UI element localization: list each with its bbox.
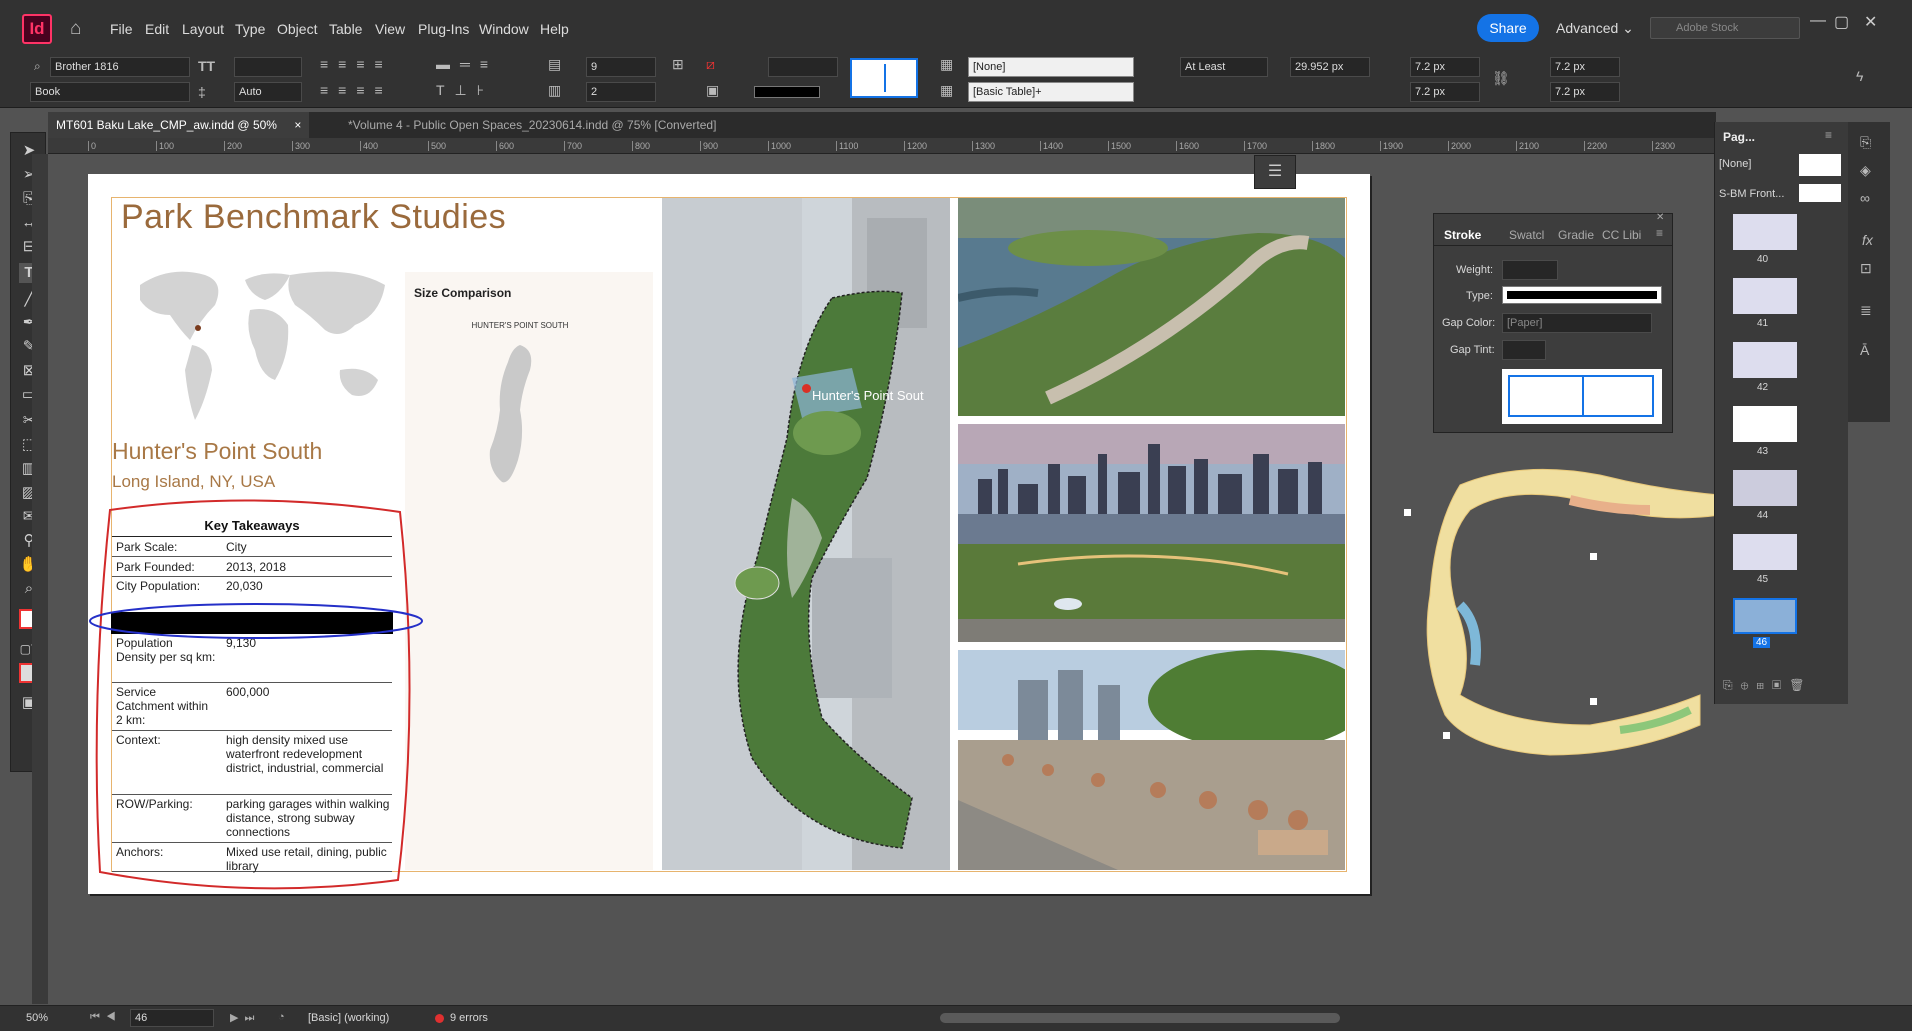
stroke-type-sample	[1507, 291, 1657, 299]
status-bar: 50% ⏮◀ 46 ▶⏭ ◔ [Basic] (working) 9 error…	[0, 1005, 1912, 1031]
pages-panel-actions[interactable]: ⎘⊕⊞▣🗑	[1723, 678, 1812, 693]
page-number: 42	[1757, 382, 1769, 393]
type-label: Type:	[1466, 290, 1493, 302]
layers-panel-icon[interactable]: ◈	[1860, 162, 1871, 179]
open-folder-icon[interactable]: ◔	[278, 1011, 285, 1023]
page-thumb[interactable]	[1733, 406, 1797, 442]
page-number: 41	[1757, 318, 1769, 329]
page-number: 45	[1757, 574, 1769, 585]
stroke-panel: Stroke Swatcl Gradie CC Libi ≡ ✕ Weight:…	[1433, 212, 1673, 433]
preview-frame	[1508, 375, 1654, 417]
none-master-label[interactable]: [None]	[1719, 158, 1751, 170]
red-annotation-circle	[95, 499, 411, 890]
none-master-thumb[interactable]	[1799, 154, 1841, 176]
stroke-type-select[interactable]	[1502, 286, 1662, 304]
preflight-errors[interactable]: 9 errors	[450, 1012, 488, 1024]
tab-gradient[interactable]: Gradie	[1558, 228, 1594, 242]
page-thumb[interactable]	[1733, 214, 1797, 250]
page-nav-first-prev[interactable]: ⏮◀	[90, 1011, 122, 1024]
stroke-preview[interactable]	[1502, 369, 1662, 424]
pasteboard-graphic[interactable]	[1400, 455, 1730, 775]
stroke-panel-tabs: Stroke Swatcl Gradie CC Libi ≡	[1434, 224, 1672, 246]
gap-color-select[interactable]: [Paper]	[1502, 313, 1652, 333]
sliders-icon[interactable]: ☰	[1254, 155, 1296, 189]
tab-stroke[interactable]: Stroke	[1444, 228, 1481, 242]
pages-panel-icon[interactable]: ⎘	[1860, 134, 1871, 151]
page-thumb[interactable]	[1733, 470, 1797, 506]
effects-panel-icon[interactable]: fx	[1862, 232, 1873, 248]
text-wrap-icon[interactable]: ⊡	[1860, 260, 1872, 277]
blue-annotation-ellipse	[89, 603, 423, 639]
handle-icon[interactable]	[1590, 698, 1597, 705]
page-number: 43	[1757, 446, 1769, 457]
page-thumb[interactable]	[1733, 278, 1797, 314]
tab-swatches[interactable]: Swatcl	[1509, 228, 1544, 242]
character-styles-icon[interactable]: Ā	[1860, 342, 1869, 358]
panel-dock: ⎘ ◈ ∞ fx ⊡ ≣ Ā	[1848, 122, 1890, 422]
horizontal-scrollbar[interactable]	[940, 1013, 1340, 1023]
preflight-profile[interactable]: [Basic] (working)	[308, 1012, 389, 1024]
handle-icon[interactable]	[1404, 509, 1411, 516]
gap-color-label: Gap Color:	[1442, 317, 1496, 329]
page-thumb-selected[interactable]	[1733, 598, 1797, 634]
page-number: 40	[1757, 254, 1769, 265]
tab-cc-libraries[interactable]: CC Libi	[1602, 228, 1641, 242]
page-number: 44	[1757, 510, 1769, 521]
preview-divider	[1582, 375, 1584, 417]
zoom-level[interactable]: 50%	[26, 1012, 48, 1024]
page-thumb[interactable]	[1733, 534, 1797, 570]
page-number-selected: 46	[1753, 637, 1771, 648]
pages-panel-title[interactable]: Pag...	[1723, 130, 1755, 144]
bm-master-thumb[interactable]	[1799, 184, 1841, 202]
page-thumb[interactable]	[1733, 342, 1797, 378]
panel-menu-icon[interactable]: ≡	[1656, 226, 1663, 240]
error-status-icon	[435, 1014, 444, 1023]
handle-icon[interactable]	[1590, 553, 1597, 560]
bm-master-label[interactable]: S-BM Front...	[1719, 188, 1784, 200]
page-number-field[interactable]: 46	[130, 1009, 214, 1027]
weight-label: Weight:	[1456, 264, 1494, 276]
gap-tint-field[interactable]	[1502, 340, 1546, 360]
handle-icon[interactable]	[1443, 732, 1450, 739]
panel-menu-icon[interactable]: ≡	[1825, 128, 1832, 142]
page-nav-next-last[interactable]: ▶⏭	[230, 1011, 260, 1025]
stroke-panel-icon[interactable]: ≣	[1860, 302, 1872, 319]
close-icon[interactable]: ✕	[1656, 212, 1664, 223]
weight-field[interactable]	[1502, 260, 1558, 280]
gap-tint-label: Gap Tint:	[1450, 344, 1495, 356]
pages-panel: Pag... ≡ [None] S-BM Front... 40 41 42 4…	[1714, 122, 1848, 704]
links-panel-icon[interactable]: ∞	[1860, 190, 1870, 206]
